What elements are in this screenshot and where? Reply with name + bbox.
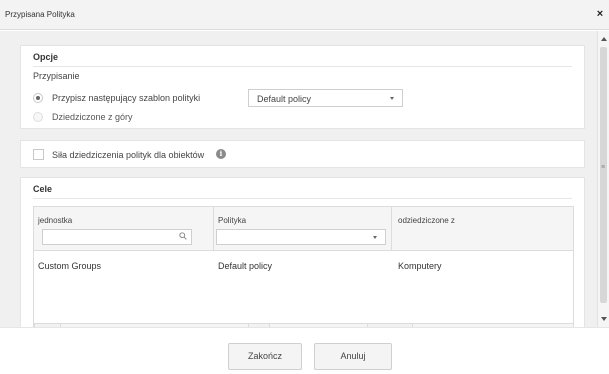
radio-inherited[interactable] — [33, 112, 43, 122]
chevron-down-icon — [373, 236, 377, 239]
search-icon — [179, 232, 187, 240]
divider — [33, 66, 572, 67]
inheritance-checkbox[interactable] — [33, 149, 44, 160]
divider — [33, 198, 572, 199]
chevron-down-icon — [390, 97, 394, 100]
cancel-button[interactable]: Anuluj — [314, 343, 392, 370]
radio-inherited-label[interactable]: Dziedziczone z góry — [52, 112, 133, 122]
finish-button[interactable]: Zakończ — [228, 343, 302, 370]
policy-template-select[interactable]: Default policy — [248, 89, 403, 107]
assignment-label: Przypisanie — [33, 71, 80, 81]
column-header-unit[interactable]: jednostka — [38, 216, 72, 225]
column-separator — [213, 207, 214, 251]
scroll-up-icon[interactable] — [601, 37, 607, 41]
targets-title: Cele — [33, 184, 53, 194]
targets-grid: jednostka Polityka odziedziczone z Custo… — [33, 206, 574, 327]
dialog-title: Przypisana Polityka — [5, 10, 75, 19]
close-icon[interactable]: × — [595, 8, 605, 20]
table-row[interactable]: Custom Groups Default policy Komputery — [34, 252, 573, 276]
options-panel: Opcje Przypisanie Przypisz następujący s… — [20, 45, 585, 129]
dialog-content: Opcje Przypisanie Przypisz następujący s… — [0, 31, 597, 327]
scroll-down-icon[interactable] — [601, 317, 607, 321]
column-header-policy[interactable]: Polityka — [218, 216, 246, 225]
scrollbar-thumb[interactable] — [600, 47, 607, 303]
options-title: Opcje — [33, 52, 59, 62]
policy-template-value: Default policy — [257, 94, 312, 104]
grid-header: jednostka Polityka odziedziczone z — [34, 207, 573, 251]
cell-unit: Custom Groups — [38, 261, 102, 271]
dialog-footer: Zakończ Anuluj — [0, 327, 609, 374]
cell-inherited-from: Komputery — [398, 261, 442, 271]
content-scrollbar[interactable]: ≡ — [597, 31, 609, 327]
inheritance-checkbox-label[interactable]: Siła dziedziczenia polityk dla obiektów — [52, 150, 204, 160]
radio-assign-template[interactable] — [33, 93, 43, 103]
targets-panel: Cele jednostka Polityka odziedziczone z — [20, 177, 585, 327]
radio-assign-template-label[interactable]: Przypisz następujący szablon polityki — [52, 93, 200, 103]
unit-filter-input[interactable] — [42, 229, 192, 245]
policy-filter-select[interactable] — [216, 229, 386, 245]
info-icon[interactable]: i — [216, 149, 226, 159]
inheritance-panel: Siła dziedziczenia polityk dla obiektów … — [20, 140, 585, 168]
dialog-titlebar: Przypisana Polityka × — [0, 0, 609, 30]
cell-policy: Default policy — [218, 261, 273, 271]
column-separator — [391, 207, 392, 251]
column-header-inherited-from[interactable]: odziedziczone z — [398, 216, 455, 225]
grip-icon: ≡ — [601, 164, 606, 171]
